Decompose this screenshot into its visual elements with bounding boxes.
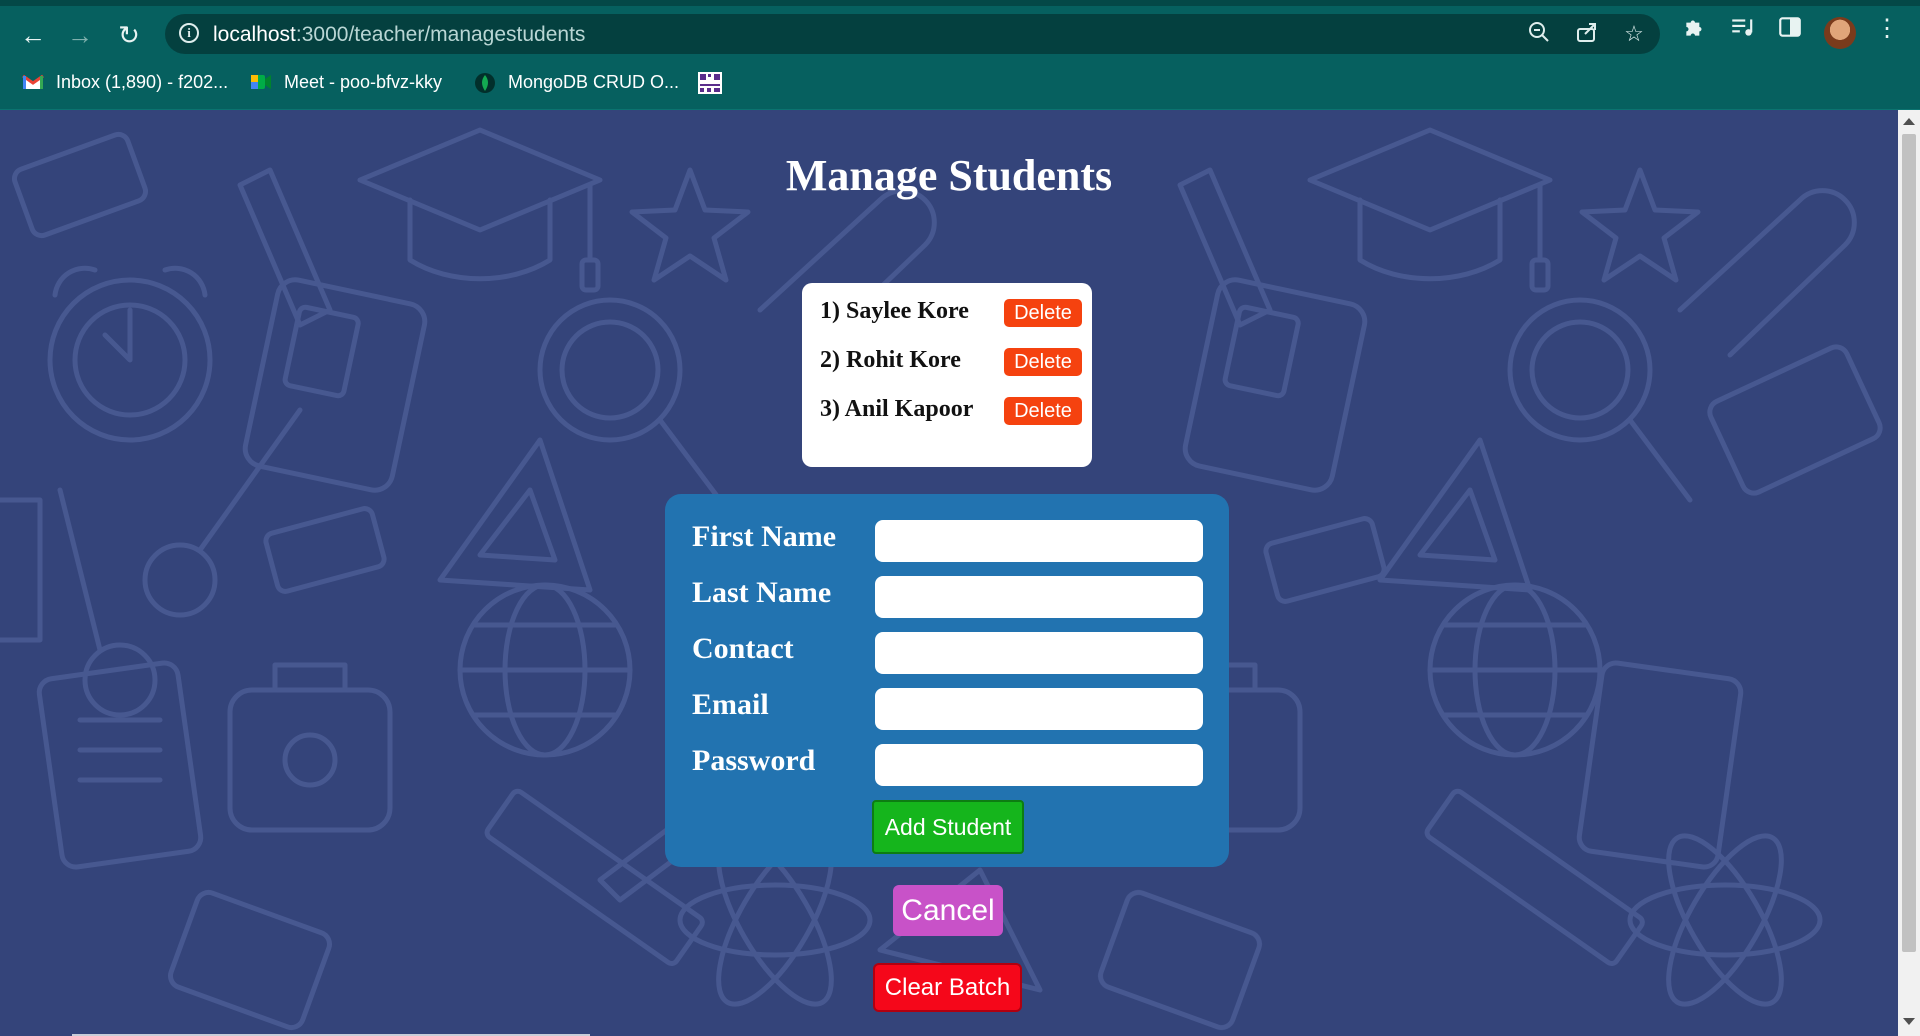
bookmark-mongodb[interactable]: MongoDB CRUD O... [474, 69, 679, 95]
scroll-down-arrow-icon[interactable] [1903, 1018, 1915, 1025]
bookmarks-bar: Inbox (1,890) - f202... Meet - poo-bfvz-… [0, 64, 1920, 100]
site-info-icon[interactable]: i [179, 23, 199, 43]
bookmark-label: Inbox (1,890) - f202... [56, 71, 229, 92]
student-list: 1) Saylee Kore Delete 2) Rohit Kore Dele… [802, 283, 1092, 467]
zoom-icon[interactable] [1525, 20, 1553, 48]
delete-button[interactable]: Delete [1004, 397, 1082, 425]
bookmark-qr[interactable] [698, 69, 722, 95]
browser-toolbar: ← → ↻ i localhost:3000/teacher/managestu… [0, 10, 1920, 58]
password-label: Password [692, 744, 816, 777]
add-student-form: First Name Last Name Contact Email Passw… [665, 494, 1229, 867]
scroll-thumb[interactable] [1902, 134, 1916, 952]
list-item: 2) Rohit Kore Delete [820, 347, 1082, 377]
reading-list-icon[interactable] [1727, 14, 1757, 44]
first-name-label: First Name [692, 520, 837, 553]
profile-avatar[interactable] [1824, 17, 1856, 49]
more-menu-icon[interactable]: ⋮ [1872, 14, 1902, 44]
page-title: Manage Students [785, 151, 1113, 200]
gmail-icon [22, 72, 44, 92]
bookmark-label: Meet - poo-bfvz-kky [284, 71, 443, 92]
delete-button[interactable]: Delete [1004, 299, 1082, 327]
vertical-scrollbar[interactable] [1898, 110, 1920, 1036]
bookmark-meet[interactable]: Meet - poo-bfvz-kky [250, 69, 442, 95]
bookmark-label: MongoDB CRUD O... [508, 71, 680, 92]
qr-code-icon [698, 72, 722, 94]
browser-frame: ← → ↻ i localhost:3000/teacher/managestu… [0, 0, 1920, 110]
meet-icon [250, 72, 272, 92]
email-field[interactable] [875, 688, 1203, 730]
address-bar[interactable]: i localhost:3000/teacher/managestudents … [165, 14, 1660, 54]
student-name: 2) Rohit Kore [820, 347, 961, 373]
first-name-field[interactable] [875, 520, 1203, 562]
list-item: 3) Anil Kapoor Delete [820, 396, 1082, 426]
page-viewport: Manage Students 1) Saylee Kore Delete 2)… [0, 110, 1898, 1036]
add-student-button[interactable]: Add Student [872, 800, 1024, 854]
url-host: localhost [213, 23, 296, 46]
address-url[interactable]: localhost:3000/teacher/managestudents [213, 23, 585, 47]
last-name-field[interactable] [875, 576, 1203, 618]
contact-field[interactable] [875, 632, 1203, 674]
delete-button[interactable]: Delete [1004, 348, 1082, 376]
cancel-button[interactable]: Cancel [893, 885, 1003, 936]
clear-batch-button[interactable]: Clear Batch [873, 963, 1022, 1012]
bookmark-gmail[interactable]: Inbox (1,890) - f202... [22, 69, 228, 95]
email-label: Email [692, 688, 769, 721]
reload-icon[interactable]: ↻ [112, 18, 146, 52]
share-icon[interactable] [1573, 20, 1601, 48]
student-name: 3) Anil Kapoor [820, 396, 974, 422]
extensions-puzzle-icon[interactable] [1680, 14, 1710, 44]
mongodb-icon [474, 72, 496, 93]
list-item: 1) Saylee Kore Delete [820, 298, 1082, 328]
forward-arrow-icon[interactable]: → [63, 18, 97, 52]
tab-strip [0, 0, 1920, 6]
side-panel-icon[interactable] [1775, 14, 1805, 44]
bookmark-star-icon[interactable]: ☆ [1620, 20, 1648, 48]
password-field[interactable] [875, 744, 1203, 786]
contact-label: Contact [692, 632, 794, 665]
scroll-up-arrow-icon[interactable] [1903, 118, 1915, 125]
url-path: :3000/teacher/managestudents [295, 23, 586, 46]
back-arrow-icon[interactable]: ← [16, 18, 50, 52]
student-name: 1) Saylee Kore [820, 298, 969, 324]
last-name-label: Last Name [692, 576, 832, 609]
